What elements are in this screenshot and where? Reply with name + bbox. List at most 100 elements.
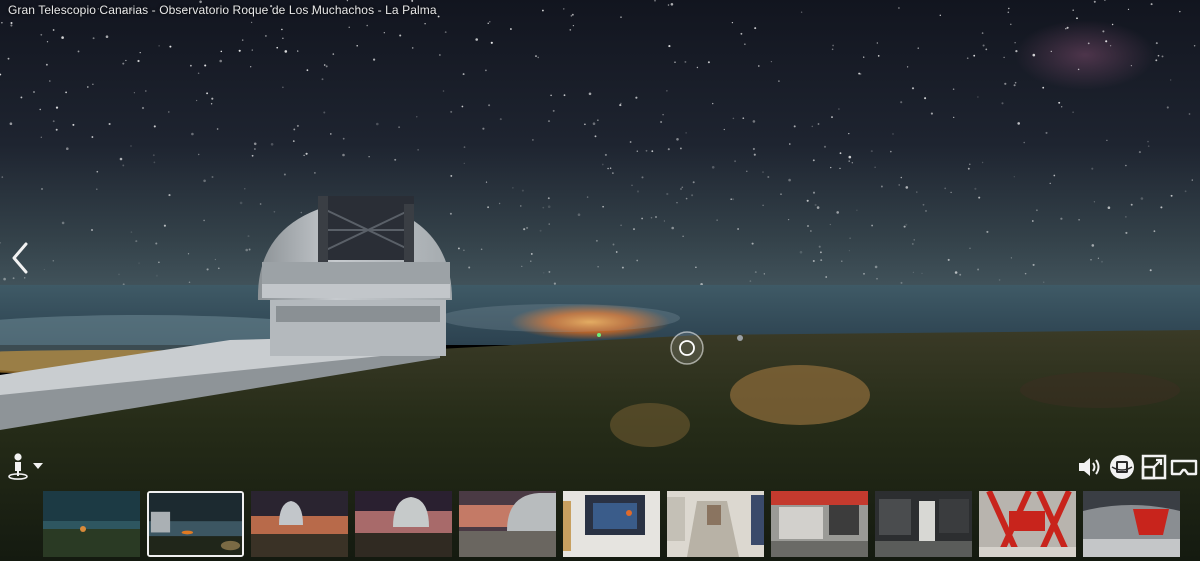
star: [251, 154, 254, 157]
scene-menu-button[interactable]: [4, 452, 48, 480]
star: [1, 176, 4, 178]
star: [900, 101, 903, 104]
star: [537, 56, 539, 59]
thumbnail-5[interactable]: [459, 491, 556, 557]
thumbnail-10[interactable]: [979, 491, 1076, 557]
star: [297, 50, 299, 52]
star: [1010, 23, 1012, 26]
star: [1101, 260, 1103, 263]
star: [23, 277, 26, 279]
star: [1077, 68, 1080, 71]
star: [190, 64, 192, 67]
star: [512, 187, 514, 189]
star: [716, 219, 718, 221]
thumbnail-1[interactable]: [43, 491, 140, 557]
star: [489, 21, 491, 23]
star: [619, 104, 622, 107]
star: [203, 219, 205, 222]
star: [195, 99, 198, 102]
star: [122, 164, 125, 167]
previous-scene-button[interactable]: [6, 240, 34, 276]
star: [1093, 0, 1096, 3]
panorama-image[interactable]: [0, 0, 1200, 561]
star: [1184, 190, 1187, 193]
star: [939, 14, 941, 16]
star: [1015, 50, 1018, 53]
star: [829, 223, 831, 226]
fullscreen-button[interactable]: [1140, 453, 1168, 481]
star: [913, 239, 915, 241]
star: [284, 50, 288, 53]
star: [463, 249, 465, 252]
thumbnail-11[interactable]: [1083, 491, 1180, 557]
star: [1066, 26, 1069, 29]
star: [681, 186, 684, 189]
star: [485, 181, 488, 183]
star: [461, 105, 464, 108]
star: [871, 224, 874, 227]
star: [217, 267, 220, 270]
star: [1125, 216, 1127, 218]
star: [482, 127, 485, 130]
thumbnail-6[interactable]: [563, 491, 660, 557]
star: [141, 106, 145, 110]
vr-mode-button[interactable]: [1170, 453, 1198, 481]
star: [981, 32, 984, 34]
star: [903, 225, 906, 228]
star: [292, 140, 295, 142]
star: [1058, 101, 1061, 104]
star: [3, 277, 6, 281]
thumbnail-8[interactable]: [771, 491, 868, 557]
star: [490, 41, 493, 44]
star: [424, 23, 426, 25]
star: [950, 191, 952, 194]
star: [91, 136, 94, 138]
star: [499, 118, 502, 121]
navigation-hotspot[interactable]: [670, 331, 704, 365]
star: [526, 226, 529, 229]
star: [1008, 7, 1010, 10]
star: [631, 184, 633, 187]
thumbnail-7[interactable]: [667, 491, 764, 557]
star: [144, 90, 147, 92]
thumbnail-image: [771, 491, 868, 557]
star: [20, 96, 23, 99]
star: [273, 210, 276, 213]
thumbnail-3[interactable]: [251, 491, 348, 557]
person-icon: [8, 453, 43, 480]
star: [463, 146, 466, 148]
star: [72, 123, 75, 126]
star: [740, 32, 743, 35]
star: [977, 268, 980, 271]
thumbnail-4[interactable]: [355, 491, 452, 557]
star: [620, 102, 622, 105]
star: [86, 86, 89, 88]
star: [666, 192, 669, 196]
star: [46, 41, 49, 43]
star: [366, 24, 369, 27]
panorama-viewer[interactable]: Gran Telescopio Canarias - Observatorio …: [0, 0, 1200, 561]
star: [153, 125, 156, 128]
star: [830, 166, 832, 169]
star: [1091, 244, 1095, 247]
star: [1149, 269, 1152, 272]
gyroscope-button[interactable]: [1108, 453, 1136, 481]
star: [9, 122, 13, 125]
thumbnail-9[interactable]: [875, 491, 972, 557]
sound-toggle-button[interactable]: [1076, 453, 1104, 481]
star: [810, 230, 812, 232]
star: [752, 120, 756, 123]
star: [947, 258, 950, 261]
star: [158, 45, 160, 47]
star: [394, 158, 397, 161]
star: [40, 33, 43, 36]
star: [1125, 231, 1128, 234]
star: [281, 28, 283, 31]
star: [1111, 23, 1114, 26]
thumbnail-2[interactable]: [147, 491, 244, 557]
star: [985, 48, 988, 51]
star: [52, 29, 55, 31]
star: [1049, 182, 1051, 185]
star: [870, 150, 873, 153]
star: [108, 122, 111, 126]
